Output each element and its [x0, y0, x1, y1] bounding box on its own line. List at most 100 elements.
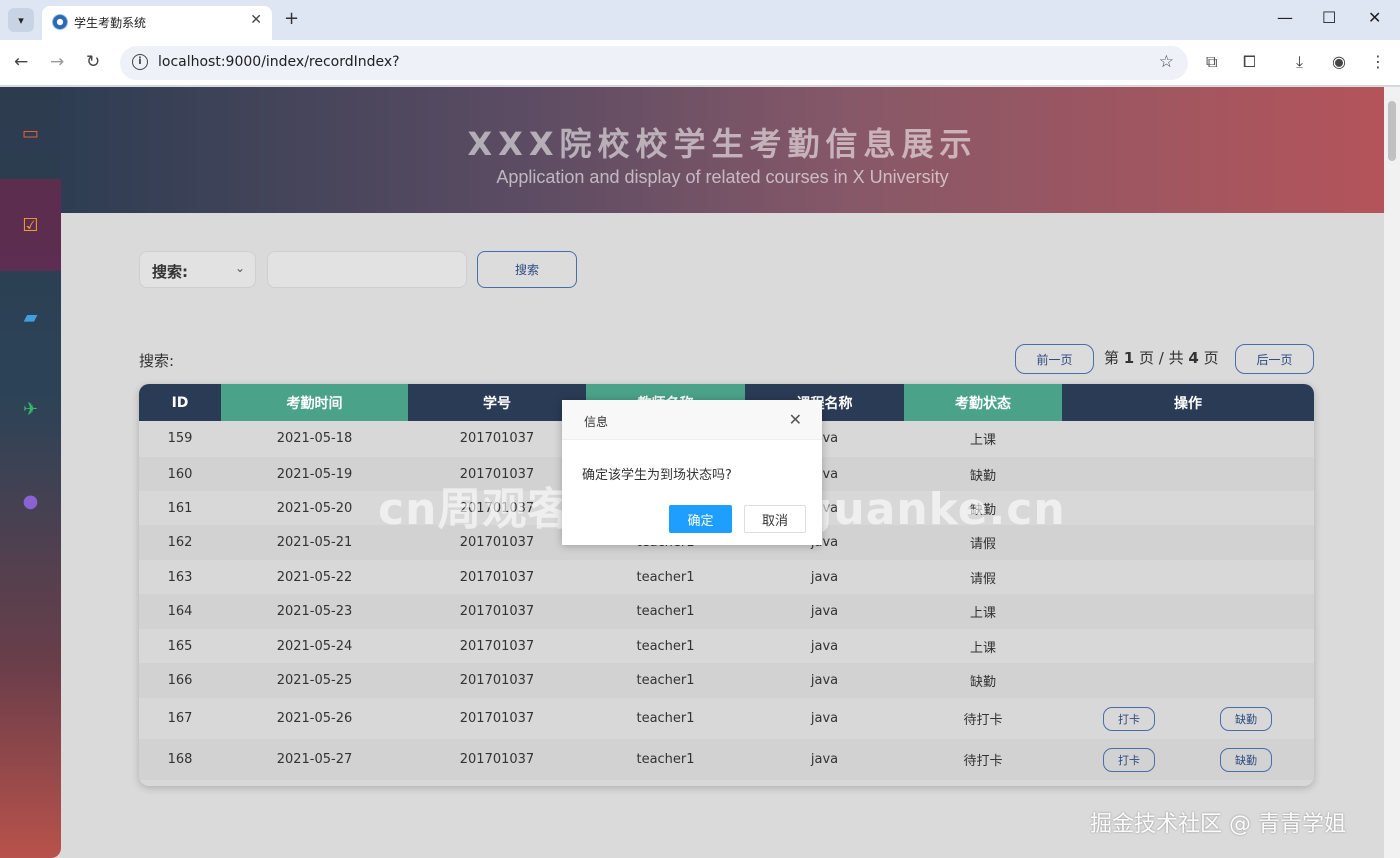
tab-close-icon[interactable]: ✕ [250, 12, 262, 28]
cell-course: java [810, 711, 839, 726]
cell-actions [1062, 421, 1314, 456]
extensions-icon[interactable]: ⧠ [1243, 52, 1256, 72]
calendar-check-icon[interactable]: ☑ [0, 179, 61, 271]
site-favicon-icon [52, 14, 68, 30]
cell-student-id: 201701037 [459, 604, 535, 619]
cell-status: 上课 [969, 606, 996, 621]
banner-title: XXX院校校学生考勤信息展示 [467, 125, 978, 163]
back-icon[interactable]: ← [14, 52, 28, 72]
site-info-icon[interactable]: i [132, 54, 148, 70]
checkin-button[interactable]: 打卡 [1103, 706, 1155, 731]
tab-title: 学生考勤系统 [74, 16, 147, 30]
window-close-icon[interactable]: ✕ [1368, 8, 1381, 27]
next-page-button[interactable]: 后一页 [1235, 344, 1314, 374]
minimize-icon[interactable]: — [1277, 8, 1293, 27]
cell-id: 168 [167, 752, 193, 767]
search-button[interactable]: 搜索 [477, 251, 577, 288]
cell-actions: 打卡 缺勤 [1062, 698, 1314, 739]
cell-id: 167 [167, 711, 193, 726]
cell-course: java [810, 752, 839, 767]
cell-id: 159 [167, 431, 193, 446]
url-text[interactable]: localhost:9000/index/recordIndex? [158, 54, 400, 70]
cell-status: 待打卡 [963, 713, 1003, 728]
graduation-icon[interactable]: ✈ [0, 363, 61, 455]
dialog-confirm-button[interactable]: 确定 [669, 505, 732, 533]
current-page: 1 [1123, 349, 1135, 367]
cell-actions [1062, 663, 1314, 698]
cell-status: 上课 [969, 433, 996, 448]
cell-time: 2021-05-23 [276, 604, 353, 619]
cell-time: 2021-05-24 [276, 638, 353, 654]
cell-student-id: 201701037 [459, 752, 535, 767]
search-type-select[interactable]: 搜索: ⌄ [139, 251, 256, 288]
table-row: 164 2021-05-23 201701037 teacher1 java 上课 [139, 594, 1314, 629]
search-result-label: 搜索: [139, 352, 175, 370]
confirm-dialog: 信息 ✕ 确定该学生为到场状态吗? 确定 取消 [562, 400, 822, 545]
profile-icon[interactable]: ◉ [1332, 52, 1346, 71]
page-scrollbar[interactable] [1384, 87, 1400, 858]
cell-id: 161 [167, 500, 193, 516]
col-header-student-id: 学号 [408, 384, 586, 421]
dialog-close-icon[interactable]: ✕ [789, 410, 802, 429]
watermark-bottom: 掘金技术社区 @ 青青学姐 [1090, 812, 1346, 837]
menu-icon[interactable]: ⋮ [1370, 52, 1386, 71]
cell-actions: 打卡 缺勤 [1062, 739, 1314, 780]
cell-actions [1062, 525, 1314, 560]
cell-student-id: 201701037 [459, 673, 535, 688]
total-pages: 4 [1188, 349, 1199, 367]
search-input[interactable] [267, 251, 467, 288]
table-row: 165 2021-05-24 201701037 teacher1 java 上课 [139, 629, 1314, 663]
cell-actions [1062, 594, 1314, 629]
download-icon[interactable]: ⤓ [1296, 52, 1303, 72]
cell-id: 165 [167, 638, 193, 654]
forward-icon[interactable]: → [50, 52, 64, 72]
pager-text: 第 1 页 / 共 4 页 [1104, 349, 1219, 367]
table-row: 167 2021-05-26 201701037 teacher1 java 待打卡 打卡 缺… [139, 698, 1314, 739]
book-icon[interactable]: ▰ [0, 271, 61, 363]
cell-teacher: teacher1 [636, 711, 695, 726]
scrollbar-thumb[interactable] [1388, 101, 1396, 161]
table-row: 163 2021-05-22 201701037 teacher1 java 请假 [139, 560, 1314, 594]
cell-actions [1062, 491, 1314, 525]
bookmark-star-icon[interactable]: ☆ [1159, 52, 1174, 72]
laptop-icon[interactable]: ▭ [0, 87, 61, 179]
dialog-cancel-button[interactable]: 取消 [744, 505, 806, 533]
cell-actions [1062, 457, 1314, 491]
cell-student-id: 201701037 [459, 638, 535, 654]
cell-time: 2021-05-25 [276, 673, 353, 688]
cell-time: 2021-05-18 [276, 431, 353, 446]
cell-course: java [810, 569, 839, 585]
browser-tab[interactable]: 学生考勤系统 ✕ [42, 6, 272, 40]
cell-status: 请假 [969, 571, 996, 587]
absent-button[interactable]: 缺勤 [1220, 747, 1272, 772]
cell-id: 160 [167, 466, 193, 482]
cell-teacher: teacher1 [636, 638, 695, 654]
checkin-button[interactable]: 打卡 [1103, 747, 1155, 772]
cell-time: 2021-05-26 [276, 711, 353, 726]
cell-time: 2021-05-27 [276, 752, 353, 767]
maximize-icon[interactable]: ☐ [1322, 8, 1336, 27]
new-tab-icon[interactable]: + [284, 8, 299, 29]
cell-id: 164 [167, 604, 193, 619]
table-row: 168 2021-05-27 201701037 teacher1 java 待打卡 打卡 缺… [139, 739, 1314, 780]
cell-course: java [810, 638, 839, 654]
cell-time: 2021-05-22 [276, 569, 353, 585]
url-field[interactable]: i localhost:9000/index/recordIndex? ☆ [120, 46, 1188, 80]
prev-page-button[interactable]: 前一页 [1015, 344, 1094, 374]
reload-icon[interactable]: ↻ [86, 52, 100, 72]
cell-actions [1062, 629, 1314, 663]
tab-search-button[interactable]: ▾ [8, 8, 34, 32]
address-bar: ← → ↻ i localhost:9000/index/recordIndex… [0, 40, 1400, 86]
dialog-title: 信息 [584, 415, 609, 429]
cell-id: 166 [167, 673, 193, 688]
banner-subtitle: Application and display of related cours… [496, 167, 949, 187]
cell-course: java [810, 604, 839, 619]
chevron-down-icon: ⌄ [234, 261, 245, 275]
sidebar: ▭ ☑ ▰ ✈ ● [0, 87, 61, 858]
absent-button[interactable]: 缺勤 [1220, 706, 1272, 731]
col-header-actions: 操作 [1062, 384, 1314, 421]
cell-student-id: 201701037 [459, 569, 535, 585]
screenshot-icon[interactable]: ⧉ [1206, 52, 1217, 72]
dialog-message: 确定该学生为到场状态吗? [582, 468, 732, 483]
user-icon[interactable]: ● [0, 455, 61, 547]
